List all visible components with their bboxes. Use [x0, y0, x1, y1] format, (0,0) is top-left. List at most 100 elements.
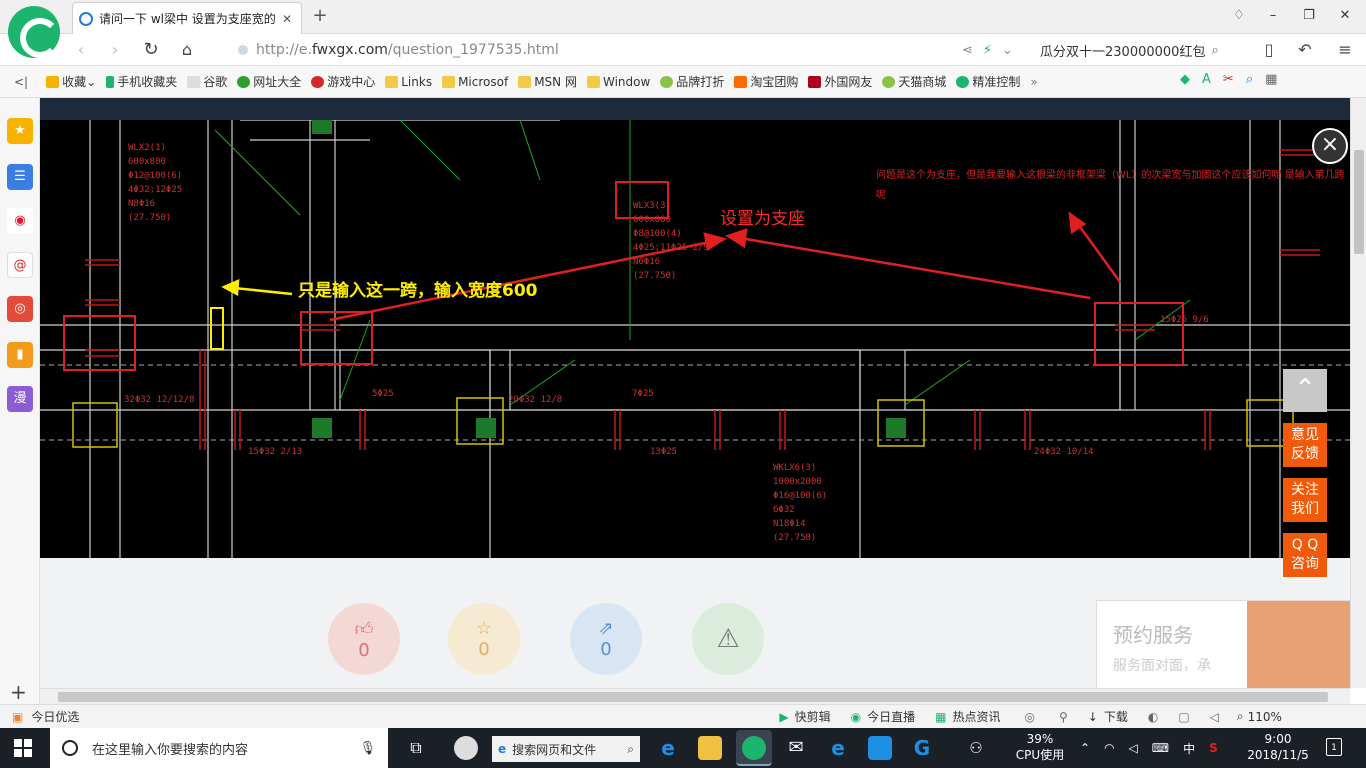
taskbar-clock[interactable]: 9:00 2018/11/5: [1238, 731, 1318, 763]
forward-icon[interactable]: ›: [104, 39, 126, 61]
magnifier-icon[interactable]: ⌕: [1246, 72, 1253, 87]
menu-icon[interactable]: ≡: [1334, 39, 1356, 61]
lightning-icon[interactable]: ⚡: [983, 43, 992, 58]
tray-expand-icon[interactable]: ⌃: [1080, 741, 1090, 755]
share-icon[interactable]: ⋖: [962, 43, 973, 58]
bookmark-item[interactable]: 收藏 ⌄: [46, 73, 96, 90]
mail-icon[interactable]: ✉: [784, 736, 808, 760]
site-info-icon[interactable]: [238, 45, 248, 55]
qq-consult-button[interactable]: Q Q 咨询: [1283, 533, 1327, 577]
volume-icon[interactable]: ◁: [1129, 741, 1138, 755]
taskbar-search-input[interactable]: 在这里输入你要搜索的内容 🎙︎: [50, 728, 388, 768]
home-icon[interactable]: ⌂: [176, 39, 198, 61]
new-tab-button[interactable]: +: [310, 6, 330, 26]
action-center-icon[interactable]: 1: [1326, 738, 1342, 756]
share-button[interactable]: ⇗ 0: [570, 603, 642, 675]
keyboard-icon[interactable]: ⌨: [1152, 741, 1169, 755]
file-explorer-icon[interactable]: [698, 736, 722, 760]
cpu-usage[interactable]: 39% CPU使用: [1010, 731, 1070, 763]
zoom-level[interactable]: ⌕ 110%: [1237, 709, 1282, 724]
horizontal-scrollbar[interactable]: [40, 688, 1350, 704]
pinwheel-app-icon[interactable]: [454, 736, 478, 760]
close-image-button[interactable]: ×: [1312, 128, 1348, 164]
service-title: 预约服务: [1113, 623, 1193, 647]
horizontal-scroll-thumb[interactable]: [58, 692, 1328, 702]
comic-icon[interactable]: 漫: [7, 386, 33, 412]
feedback-button[interactable]: 意见 反馈: [1283, 423, 1327, 467]
url-field[interactable]: http://e. fwxgx.com /question_1977535.ht…: [238, 39, 798, 61]
ie-mode-icon[interactable]: ◐: [1148, 710, 1158, 724]
search-box[interactable]: 瓜分双十一230000000红包 ⌕: [1040, 39, 1236, 61]
book-icon[interactable]: ▮: [7, 342, 33, 368]
task-view-icon[interactable]: ⧉: [404, 736, 428, 760]
app-plus-icon[interactable]: [868, 736, 892, 760]
report-button[interactable]: ⚠: [692, 603, 764, 675]
shield-icon[interactable]: ◆: [1180, 72, 1190, 87]
g-app-icon[interactable]: G: [910, 736, 934, 760]
browser-logo-icon[interactable]: [8, 6, 60, 58]
browser-tab[interactable]: 请问一下 wl梁中 设置为支座宽的 ✕: [72, 2, 302, 34]
bookmark-item[interactable]: 谷歌: [187, 73, 227, 90]
mail-at-icon[interactable]: @: [7, 252, 33, 278]
favorites-star-icon[interactable]: ★: [7, 118, 33, 144]
reload-icon[interactable]: ↻: [140, 39, 162, 61]
restore-button[interactable]: ❐: [1298, 6, 1320, 26]
vertical-scroll-thumb[interactable]: [1354, 150, 1364, 254]
web-file-search-box[interactable]: e 搜索网页和文件 ⌕: [492, 736, 640, 762]
phone-icon[interactable]: ▯: [1258, 39, 1280, 61]
back-to-top-button[interactable]: ⌃: [1283, 369, 1327, 412]
browser-taskbar-button[interactable]: [736, 730, 772, 766]
status-item[interactable]: ▶ 快剪辑: [779, 708, 830, 725]
internet-explorer-icon[interactable]: e: [656, 736, 680, 760]
vertical-scrollbar[interactable]: [1350, 98, 1366, 688]
scissors-icon[interactable]: ✂: [1223, 72, 1234, 87]
grid-icon[interactable]: ▦: [1265, 72, 1277, 87]
bookmark-item[interactable]: 品牌打折: [660, 73, 724, 90]
sogou-ime-icon[interactable]: S: [1209, 741, 1218, 755]
windows-start-icon[interactable]: [14, 739, 32, 757]
bookmark-item[interactable]: Links: [385, 75, 432, 89]
undo-icon[interactable]: ↶: [1294, 39, 1316, 61]
search-icon[interactable]: ⌕: [1211, 43, 1218, 58]
shirt-skin-icon[interactable]: ♢: [1228, 6, 1250, 26]
back-icon[interactable]: ‹: [70, 39, 92, 61]
status-item[interactable]: ▦ 热点资讯: [935, 708, 1000, 725]
bookmark-item[interactable]: 淘宝团购: [734, 73, 798, 90]
weibo-icon[interactable]: ◉: [7, 208, 33, 234]
service-card[interactable]: 预约服务 服务面对面，承: [1096, 600, 1350, 688]
sound-icon[interactable]: ◁: [1210, 710, 1219, 724]
status-item[interactable]: ◉ 今日直播: [851, 708, 916, 725]
news-list-icon[interactable]: ☰: [7, 164, 33, 190]
people-icon[interactable]: ⚇: [964, 736, 988, 760]
sidebar-toggle-icon[interactable]: <|: [14, 75, 28, 89]
bookmark-item[interactable]: 精准控制: [956, 73, 1020, 90]
window-icon[interactable]: ▢: [1178, 710, 1189, 724]
follow-button[interactable]: 关注 我们: [1283, 478, 1327, 522]
chevron-down-icon[interactable]: ⌄: [1002, 43, 1013, 58]
tab-close-icon[interactable]: ✕: [279, 12, 295, 26]
minimize-button[interactable]: –: [1262, 6, 1284, 26]
bookmark-item[interactable]: 网址大全: [237, 73, 301, 90]
pin-icon[interactable]: ⚲: [1059, 710, 1068, 724]
translate-icon[interactable]: A: [1202, 72, 1211, 87]
microphone-icon[interactable]: 🎙︎: [359, 741, 376, 756]
daily-picks[interactable]: ▣ 今日优选: [12, 708, 79, 725]
like-button[interactable]: 👍︎ 0: [328, 603, 400, 675]
ime-indicator[interactable]: 中: [1183, 740, 1195, 757]
close-window-button[interactable]: ✕: [1334, 6, 1356, 26]
more-bookmarks-icon[interactable]: »: [1030, 75, 1037, 89]
bookmark-item[interactable]: 天猫商城: [882, 73, 946, 90]
browser-icon[interactable]: ◎: [1024, 710, 1034, 724]
bookmark-item[interactable]: Microsof: [442, 75, 508, 89]
bookmark-item[interactable]: 外国网友: [808, 73, 872, 90]
edge-icon[interactable]: e: [826, 736, 850, 760]
bookmark-item[interactable]: 手机收藏夹: [106, 73, 177, 90]
bookmark-item[interactable]: 游戏中心: [311, 73, 375, 90]
wifi-icon[interactable]: ◠: [1104, 741, 1114, 755]
favorite-button[interactable]: ☆ 0: [448, 603, 520, 675]
add-sidebar-item-icon[interactable]: +: [10, 680, 27, 704]
status-item[interactable]: ↓ 下载: [1088, 708, 1128, 725]
bookmark-item[interactable]: MSN 网: [518, 73, 577, 90]
game-controller-icon[interactable]: ◎: [7, 296, 33, 322]
bookmark-item[interactable]: Window: [586, 75, 650, 89]
